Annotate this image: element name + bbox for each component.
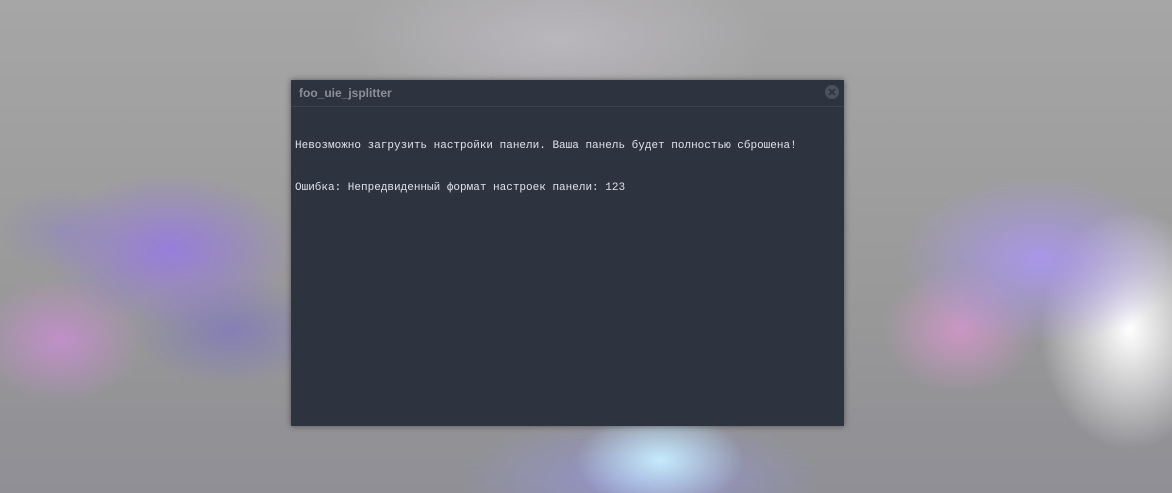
error-line-1: Невозможно загрузить настройки панели. В… — [295, 140, 797, 152]
error-message: Невозможно загрузить настройки панели. В… — [291, 107, 844, 223]
close-button[interactable] — [825, 85, 839, 99]
error-line-2: Ошибка: Непредвиденный формат настроек п… — [295, 182, 626, 194]
dialog-title: foo_uie_jsplitter — [299, 86, 392, 100]
error-dialog: foo_uie_jsplitter Невозможно загрузить н… — [291, 80, 844, 426]
dialog-titlebar[interactable]: foo_uie_jsplitter — [291, 80, 844, 107]
close-icon — [828, 88, 836, 96]
